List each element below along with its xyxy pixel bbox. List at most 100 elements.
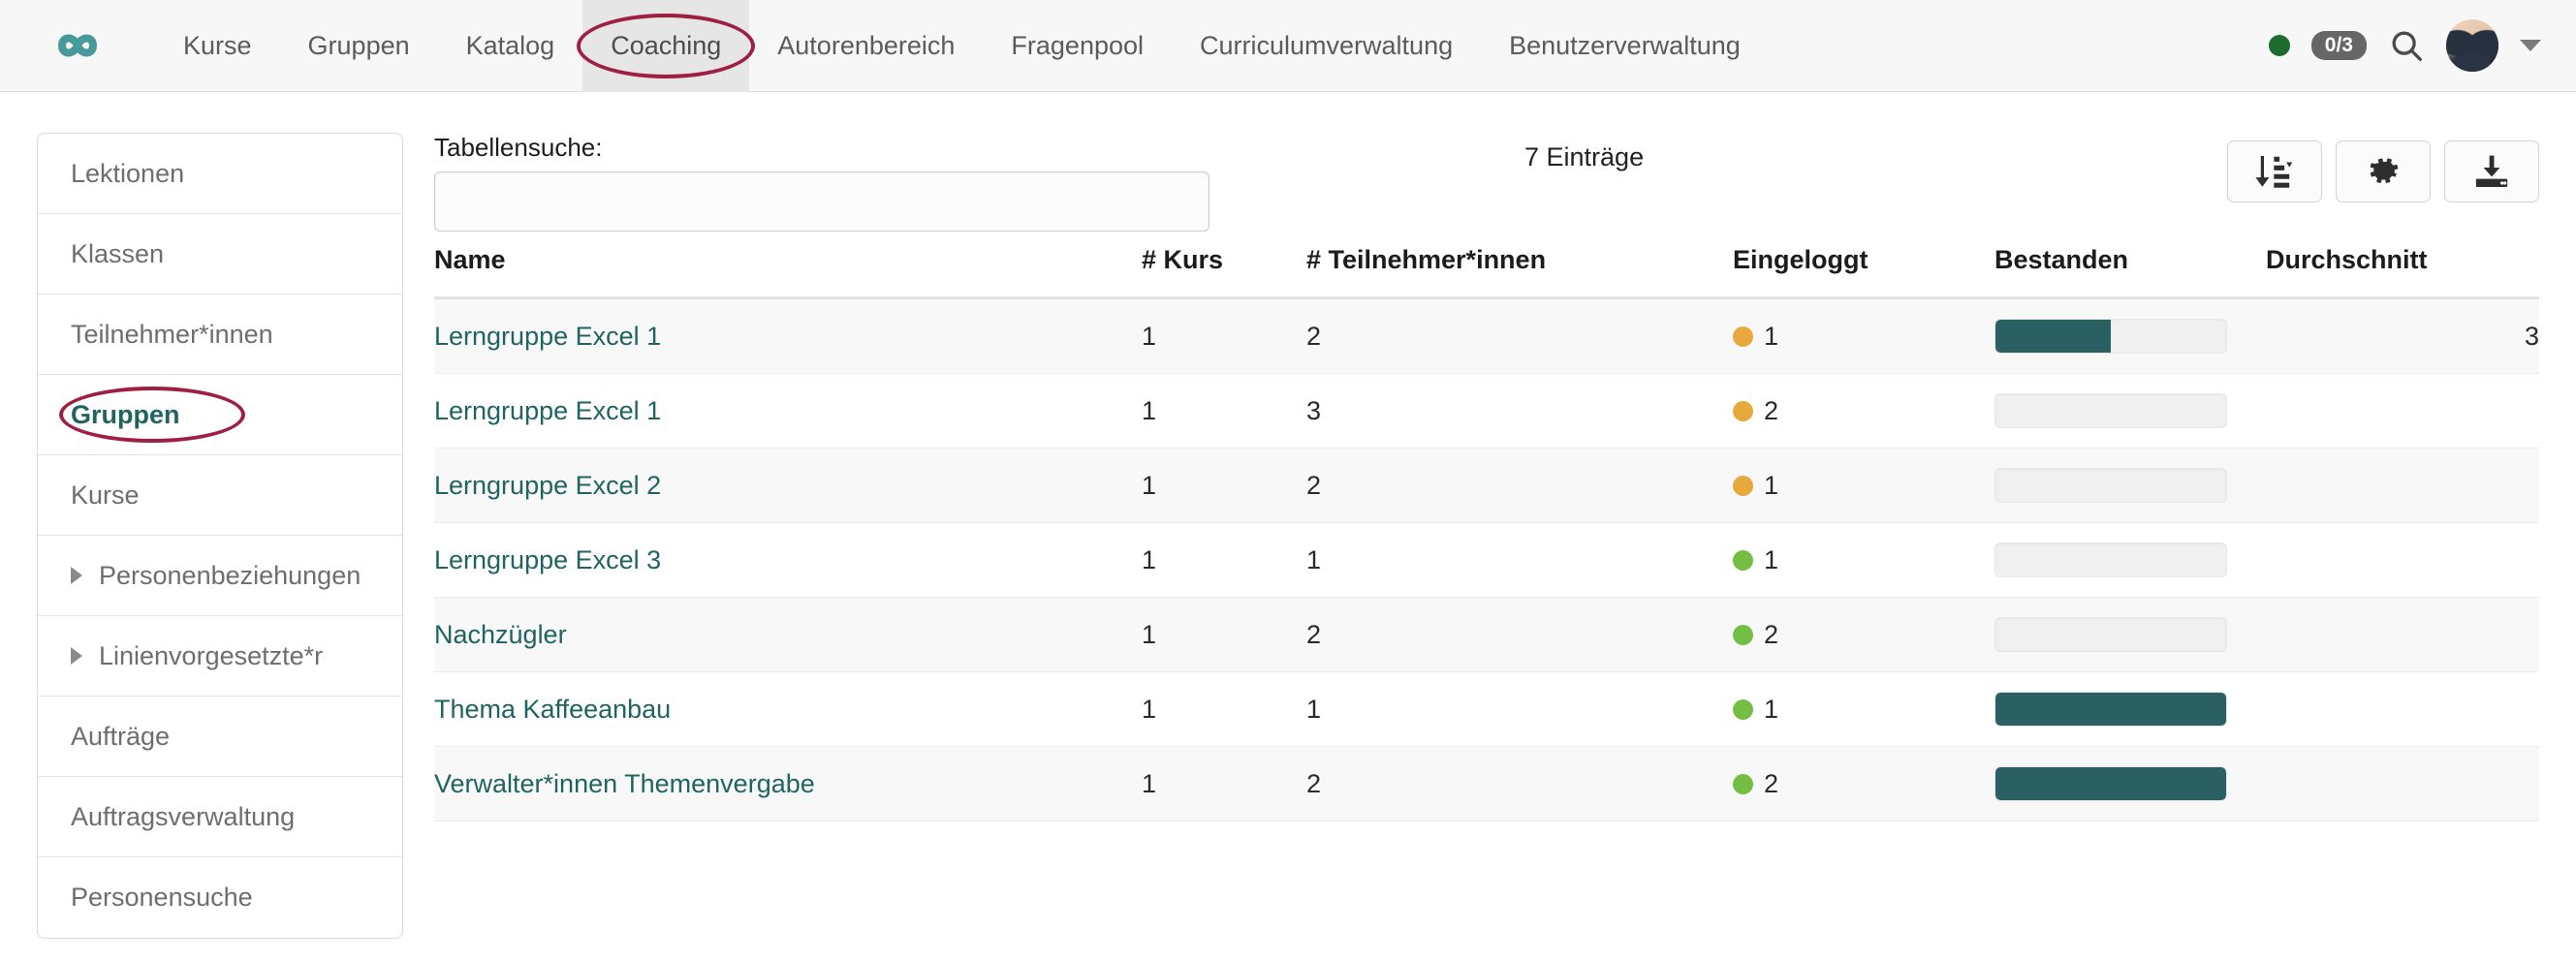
nav-label: Kurse — [183, 30, 252, 60]
cell-name: Lerngruppe Excel 3 — [434, 522, 1142, 598]
header-actions: 0/3 — [2268, 19, 2576, 72]
search-input[interactable] — [434, 171, 1209, 232]
table-row[interactable]: Lerngruppe Excel 11213 — [434, 297, 2539, 374]
progress-bar — [1995, 617, 2227, 652]
cell-bestanden — [1995, 597, 2266, 672]
table-search-block: Tabellensuche: — [434, 133, 1209, 232]
sidebar-item-gruppen[interactable]: Gruppen — [38, 375, 402, 455]
cell-bestanden — [1995, 448, 2266, 523]
cell-bestanden — [1995, 746, 2266, 822]
sidebar-item-personenbeziehungen[interactable]: Personenbeziehungen — [38, 536, 402, 616]
app-logo[interactable] — [0, 26, 155, 65]
sidebar-item-teilnehmerinnen[interactable]: Teilnehmer*innen — [38, 294, 402, 375]
cell-name: Nachzügler — [434, 597, 1142, 672]
download-button[interactable] — [2444, 140, 2539, 202]
nav-item-coaching[interactable]: Coaching — [577, 0, 756, 92]
column-header-name[interactable]: Name — [434, 245, 1142, 299]
cell-eingeloggt: 2 — [1733, 597, 1995, 672]
nav-item-gruppen[interactable]: Gruppen — [280, 0, 438, 92]
cell-teilnehmer-count: 3 — [1306, 373, 1733, 449]
group-link[interactable]: Verwalter*innen Themenvergabe — [434, 769, 815, 798]
progress-bar — [1995, 468, 2227, 503]
nav-item-benutzerverwaltung[interactable]: Benutzerverwaltung — [1481, 0, 1769, 92]
column-header-kurs[interactable]: # Kurs — [1142, 245, 1306, 299]
group-link[interactable]: Thema Kaffeeanbau — [434, 695, 671, 724]
main-nav-list: Kurse Gruppen Katalog Coaching Autorenbe… — [155, 0, 2269, 92]
settings-button[interactable] — [2336, 140, 2431, 202]
nav-item-curriculumverwaltung[interactable]: Curriculumverwaltung — [1172, 0, 1481, 92]
sidebar-item-label: Auftragsverwaltung — [71, 801, 296, 831]
sidebar-item-auftraege[interactable]: Aufträge — [38, 697, 402, 777]
sidebar-item-label: Gruppen — [71, 399, 180, 429]
group-link[interactable]: Lerngruppe Excel 1 — [434, 322, 661, 351]
cell-teilnehmer-count: 2 — [1306, 597, 1733, 672]
table-search-label: Tabellensuche: — [434, 133, 603, 162]
sidebar-item-label: Lektionen — [71, 158, 185, 188]
status-dot-icon — [1733, 549, 1753, 571]
nav-item-autorenbereich[interactable]: Autorenbereich — [749, 0, 983, 92]
eingeloggt-count: 1 — [1764, 544, 1779, 574]
nav-item-katalog[interactable]: Katalog — [438, 0, 583, 92]
group-link[interactable]: Nachzügler — [434, 620, 567, 649]
table-toolbar: Tabellensuche: 7 Einträge — [434, 133, 2539, 239]
nav-label: Autorenbereich — [777, 30, 956, 60]
page-body: Lektionen Klassen Teilnehmer*innen Grupp… — [0, 92, 2576, 939]
cell-durchschnitt — [2266, 373, 2539, 449]
table-body: Lerngruppe Excel 1 1 2 1 3 Lerngruppe Excel 1… — [434, 297, 2539, 822]
eingeloggt-count: 1 — [1764, 321, 1779, 351]
nav-item-fragenpool[interactable]: Fragenpool — [983, 0, 1172, 92]
cell-kurs-count: 1 — [1142, 746, 1306, 822]
sidebar-item-personensuche[interactable]: Personensuche — [38, 857, 402, 938]
cell-kurs-count: 1 — [1142, 448, 1306, 523]
table-row[interactable]: Lerngruppe Excel 1 13 2 — [434, 373, 2539, 449]
cell-eingeloggt: 1 — [1733, 297, 1995, 374]
notification-count-badge[interactable]: 0/3 — [2310, 31, 2367, 60]
table-row[interactable]: Verwalter*innen Themenvergabe 1 2 2 — [434, 746, 2539, 822]
nav-item-kurse[interactable]: Kurse — [155, 0, 280, 92]
sort-button[interactable] — [2227, 140, 2322, 202]
table-row[interactable]: Lerngruppe Excel 3111 — [434, 522, 2539, 598]
column-header-eingeloggt[interactable]: Eingeloggt — [1733, 245, 1995, 299]
column-header-bestanden[interactable]: Bestanden — [1995, 245, 2266, 299]
table-row[interactable]: Nachzügler 1 2 2 — [434, 597, 2539, 672]
sidebar-item-auftragsverwaltung[interactable]: Auftragsverwaltung — [38, 777, 402, 857]
sidebar-item-klassen[interactable]: Klassen — [38, 214, 402, 294]
download-icon — [2475, 155, 2508, 187]
status-dot-icon — [1733, 698, 1753, 720]
cell-durchschnitt: 3 — [2266, 297, 2539, 374]
sidebar-item-linienvorgesetzte[interactable]: Linienvorgesetzte*r — [38, 616, 402, 697]
sidebar-item-label: Kurse — [71, 480, 140, 510]
sidebar-item-lektionen[interactable]: Lektionen — [38, 134, 402, 214]
chevron-right-icon — [71, 567, 82, 584]
eingeloggt-count: 2 — [1764, 619, 1779, 649]
groups-table: Name # Kurs # Teilnehmer*innen Eingelogg… — [434, 245, 2539, 822]
eingeloggt-count: 2 — [1764, 768, 1779, 798]
group-link[interactable]: Lerngruppe Excel 2 — [434, 471, 661, 500]
cell-name: Lerngruppe Excel 1 — [434, 373, 1142, 449]
group-link[interactable]: Lerngruppe Excel 1 — [434, 396, 661, 425]
table-row[interactable]: Thema Kaffeeanbau 1 1 1 — [434, 671, 2539, 747]
table-action-buttons — [2227, 140, 2539, 202]
cell-durchschnitt — [2266, 522, 2539, 598]
group-link[interactable]: Lerngruppe Excel 3 — [434, 545, 661, 574]
cell-name: Verwalter*innen Themenvergabe — [434, 746, 1142, 822]
column-header-durchschnitt[interactable]: Durchschnitt — [2266, 245, 2539, 299]
sidebar-item-label: Personensuche — [71, 883, 253, 912]
sidebar-item-kurse[interactable]: Kurse — [38, 455, 402, 536]
cell-name: Lerngruppe Excel 2 — [434, 448, 1142, 523]
nav-label: Katalog — [465, 30, 555, 60]
cell-teilnehmer-count: 2 — [1306, 448, 1733, 523]
sidebar-item-label: Personenbeziehungen — [99, 560, 361, 590]
status-dot-icon — [1733, 773, 1753, 794]
cell-kurs-count: 1 — [1142, 597, 1306, 672]
chevron-down-icon[interactable] — [2520, 40, 2541, 51]
status-dot-icon — [1733, 475, 1753, 496]
progress-bar — [1995, 766, 2227, 801]
sidebar-item-label: Teilnehmer*innen — [71, 319, 273, 349]
table-row[interactable]: Lerngruppe Excel 2121 — [434, 448, 2539, 523]
cell-eingeloggt: 2 — [1733, 373, 1995, 449]
online-status-dot — [2268, 35, 2290, 56]
column-header-teilnehmer[interactable]: # Teilnehmer*innen — [1306, 245, 1733, 299]
search-icon[interactable] — [2388, 27, 2425, 64]
avatar[interactable] — [2446, 19, 2498, 72]
